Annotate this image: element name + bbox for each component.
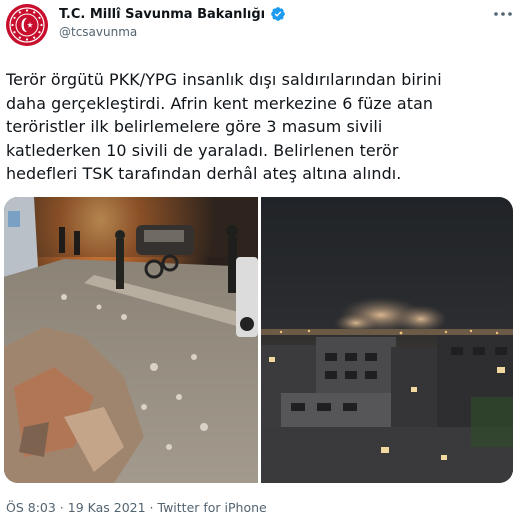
night-skyline-photo: [261, 197, 513, 483]
ministry-emblem-icon: [6, 4, 48, 46]
media-photo-night-skyline[interactable]: [261, 197, 513, 483]
tweet-source[interactable]: Twitter for iPhone: [158, 500, 267, 515]
meta-separator: ·: [55, 500, 68, 515]
media-grid: [4, 197, 513, 483]
tweet-date[interactable]: 19 Kas 2021: [68, 500, 146, 515]
media-photo-rubble-street[interactable]: [4, 197, 258, 483]
author-name-row[interactable]: T.C. Millî Savunma Bakanlığı: [59, 6, 286, 22]
more-options-icon: [494, 12, 512, 16]
tweet-line: katlederken 10 sivili de yaraladı. Belir…: [6, 140, 399, 160]
avatar[interactable]: [6, 4, 48, 46]
rubble-street-photo: [4, 197, 258, 483]
display-name[interactable]: T.C. Millî Savunma Bakanlığı: [59, 7, 265, 22]
tweet-meta: ÖS 8:03 · 19 Kas 2021 · Twitter for iPho…: [6, 500, 267, 515]
tweet-line: hedefleri TSK tarafından derhâl ateş alt…: [6, 164, 402, 183]
tweet-line: Terör örgütü PKK/YPG insanlık dışı saldı…: [6, 70, 442, 89]
author-handle[interactable]: @tcsavunma: [59, 25, 137, 39]
tweet-line: teröristler ilk belirlemelere göre 3 mas…: [6, 117, 383, 136]
meta-separator: ·: [145, 500, 158, 515]
tweet-time[interactable]: ÖS 8:03: [6, 500, 56, 515]
verified-badge-icon: [271, 7, 285, 21]
more-options-button[interactable]: [490, 4, 516, 24]
tweet-text: Terör örgütü PKK/YPG insanlık dışı saldı…: [6, 68, 518, 186]
tweet-line: daha gerçekleştirdi. Afrin kent merkezin…: [6, 93, 434, 113]
